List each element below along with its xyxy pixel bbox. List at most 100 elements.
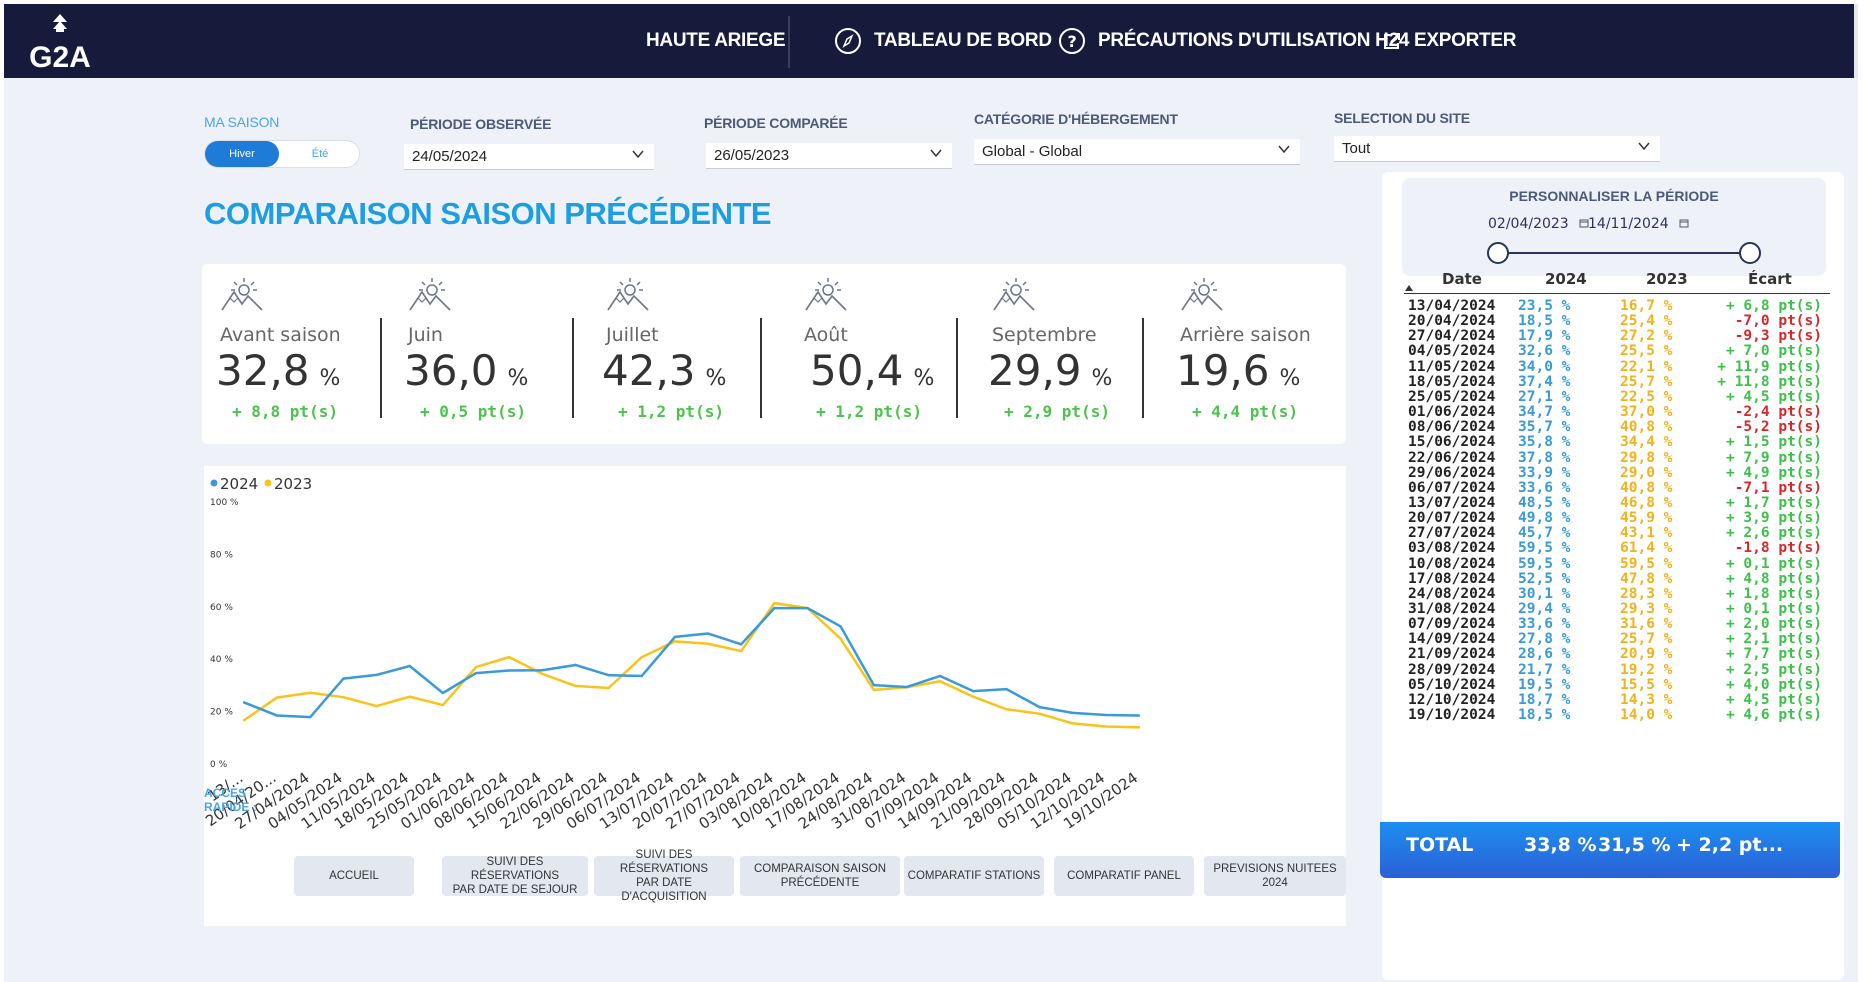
quick-access-button-label-line: PRÉCÉDENTE bbox=[780, 877, 860, 889]
season-toggle[interactable]: Hiver Été bbox=[204, 140, 360, 168]
chevron-down-icon bbox=[632, 150, 644, 159]
observed-period-dropdown[interactable]: 24/05/2024 bbox=[404, 144, 654, 170]
table-header-date[interactable]: Date bbox=[1442, 270, 1482, 288]
table-cell-ecart: + 6,8 pt(s) bbox=[1725, 298, 1822, 314]
table-cell-date: 11/05/2024 bbox=[1408, 358, 1496, 375]
kpi-unit: % bbox=[319, 366, 341, 391]
table-cell-date: 01/06/2024 bbox=[1408, 404, 1496, 421]
quick-access-button[interactable]: COMPARATIF PANEL bbox=[1054, 856, 1194, 896]
table-cell-ecart: + 7,0 pt(s) bbox=[1725, 343, 1822, 360]
period-end-date[interactable]: 14/11/2024 bbox=[1588, 216, 1689, 232]
total-2024: 33,8 % bbox=[1524, 834, 1597, 856]
season-label: MA SAISON bbox=[204, 114, 280, 130]
quick-access-button[interactable]: SUIVI DES RÉSERVATIONS PAR DATE D'ACQUISI… bbox=[594, 849, 734, 903]
compared-period-value: 26/05/2023 bbox=[714, 147, 790, 164]
kpi-delta: + 0,5 pt(s) bbox=[420, 402, 526, 421]
quick-access-button-label: SUIVI DES RÉSERVATIONS PAR DATE DE SEJOUR bbox=[442, 855, 588, 897]
data-point-2023 bbox=[507, 655, 511, 659]
period-slider[interactable] bbox=[1484, 240, 1764, 266]
quick-access-label-line: ACCES bbox=[204, 786, 247, 800]
table-cell-ecart: + 2,6 pt(s) bbox=[1725, 525, 1822, 542]
quick-access-label-line: RAPIDE : bbox=[204, 800, 257, 814]
table-header-ecart[interactable]: Écart bbox=[1748, 270, 1792, 288]
slider-handle-start[interactable] bbox=[1487, 242, 1509, 264]
site-dropdown[interactable]: Tout bbox=[1334, 136, 1660, 162]
data-point-2024 bbox=[242, 701, 246, 704]
period-title: PERSONNALISER LA PÉRIODE bbox=[1509, 188, 1719, 204]
sun-mountain-icon bbox=[804, 276, 848, 312]
nav-tableau-de-bord[interactable]: TABLEAU DE BORD bbox=[834, 26, 1052, 56]
data-point-2023 bbox=[275, 696, 279, 699]
table-cell-date: 28/09/2024 bbox=[1408, 661, 1496, 678]
total-diff: + 2,2 pt... bbox=[1676, 834, 1784, 856]
data-point-2023 bbox=[938, 680, 942, 683]
table-cell-ecart: + 4,5 pt(s) bbox=[1725, 691, 1822, 708]
y-tick-label: 80 % bbox=[210, 550, 233, 560]
table-header-2024[interactable]: 2024 bbox=[1545, 270, 1587, 288]
table-cell-2023: 61,4 % bbox=[1620, 540, 1673, 557]
nav-haute-ariege-label: HAUTE ARIEGE bbox=[646, 30, 786, 51]
table-cell-2023: 25,7 % bbox=[1620, 631, 1673, 648]
kpi-septembre: Septembre 29,9% + 2,9 pt(s) bbox=[974, 264, 1154, 444]
period-start-date[interactable]: 02/04/2023 bbox=[1488, 216, 1589, 232]
table-cell-2023: 14,0 % bbox=[1620, 707, 1673, 724]
period-end-value: 14/11/2024 bbox=[1588, 216, 1669, 232]
sort-ascending-icon[interactable] bbox=[1404, 284, 1414, 292]
y-tick-label: 0 % bbox=[210, 760, 228, 770]
main-area: MA SAISON Hiver Été PÉRIODE OBSERVÉE 24/… bbox=[4, 78, 1858, 982]
quick-access-button-label: ACCUEIL bbox=[329, 869, 379, 883]
quick-access-button-label-line: PAR DATE D'ACQUISITION bbox=[621, 877, 707, 903]
export-button[interactable]: EXPORTER bbox=[1382, 26, 1516, 56]
observed-period-value: 24/05/2024 bbox=[412, 148, 488, 165]
quick-access-button[interactable]: PREVISIONS NUITEES 2024 bbox=[1204, 856, 1346, 896]
table-cell-2024: 35,8 % bbox=[1518, 434, 1571, 451]
table-cell-ecart: + 4,8 pt(s) bbox=[1725, 570, 1822, 587]
table-cell-2024: 35,7 % bbox=[1518, 419, 1571, 436]
category-label: CATÉGORIE D'HÉBERGEMENT bbox=[974, 111, 1178, 127]
table-cell-ecart: + 2,0 pt(s) bbox=[1725, 616, 1822, 633]
quick-access-button[interactable]: SUIVI DES RÉSERVATIONS PAR DATE DE SEJOUR bbox=[442, 856, 588, 896]
table-cell-2023: 25,5 % bbox=[1620, 343, 1673, 360]
kpi-delta: + 4,4 pt(s) bbox=[1192, 402, 1298, 421]
table-cell-ecart: + 2,5 pt(s) bbox=[1725, 661, 1822, 678]
table-cell-2023: 47,8 % bbox=[1620, 570, 1673, 587]
data-point-2024 bbox=[507, 669, 511, 672]
table-cell-2023: 27,2 % bbox=[1620, 328, 1673, 345]
table-cell-2024: 49,8 % bbox=[1518, 510, 1571, 527]
kpi-number: 50,4 bbox=[810, 346, 904, 395]
nav-precautions[interactable]: ? PRÉCAUTIONS D'UTILISATION H24 bbox=[1058, 26, 1409, 56]
site-label: SELECTION DU SITE bbox=[1334, 110, 1470, 126]
season-option-hiver[interactable]: Hiver bbox=[205, 141, 279, 167]
table-cell-2024: 21,7 % bbox=[1518, 661, 1571, 678]
data-point-2023 bbox=[242, 719, 246, 722]
calendar-icon bbox=[1679, 219, 1689, 228]
nav-haute-ariege[interactable]: HAUTE ARIEGE bbox=[646, 26, 786, 56]
data-point-2023 bbox=[607, 686, 610, 690]
table-header-2023[interactable]: 2023 bbox=[1646, 270, 1688, 288]
table-cell-date: 03/08/2024 bbox=[1408, 540, 1496, 557]
kpi-unit: % bbox=[705, 366, 727, 391]
data-point-2023 bbox=[773, 601, 776, 605]
kpi-juillet: Juillet 42,3% + 1,2 pt(s) bbox=[588, 264, 768, 444]
quick-access-button[interactable]: COMPARAISON SAISON PRÉCÉDENTE bbox=[740, 856, 900, 896]
kpi-label: Septembre bbox=[992, 324, 1097, 346]
y-tick-label: 100 % bbox=[210, 498, 239, 508]
data-point-2023 bbox=[574, 684, 577, 688]
slider-handle-end[interactable] bbox=[1739, 242, 1761, 264]
table-cell-2024: 27,8 % bbox=[1518, 631, 1571, 648]
g2a-logo: G2A bbox=[29, 14, 91, 72]
y-tick-label: 40 % bbox=[210, 655, 233, 665]
season-option-ete[interactable]: Été bbox=[283, 141, 357, 167]
legend-label-2023: 2023 bbox=[274, 475, 312, 493]
quick-access-button[interactable]: COMPARATIF STATIONS bbox=[904, 856, 1044, 896]
quick-access-button-label: COMPARAISON SAISON PRÉCÉDENTE bbox=[754, 862, 886, 890]
data-point-2024 bbox=[441, 691, 445, 695]
table-cell-ecart: + 4,0 pt(s) bbox=[1725, 676, 1822, 693]
kpi-number: 36,0 bbox=[404, 346, 498, 395]
help-icon: ? bbox=[1059, 28, 1085, 54]
compared-period-dropdown[interactable]: 26/05/2023 bbox=[706, 143, 952, 169]
quick-access-button[interactable]: ACCUEIL bbox=[294, 856, 414, 896]
category-dropdown[interactable]: Global - Global bbox=[974, 139, 1300, 165]
data-point-2023 bbox=[740, 649, 743, 653]
data-point-2023 bbox=[839, 637, 842, 640]
